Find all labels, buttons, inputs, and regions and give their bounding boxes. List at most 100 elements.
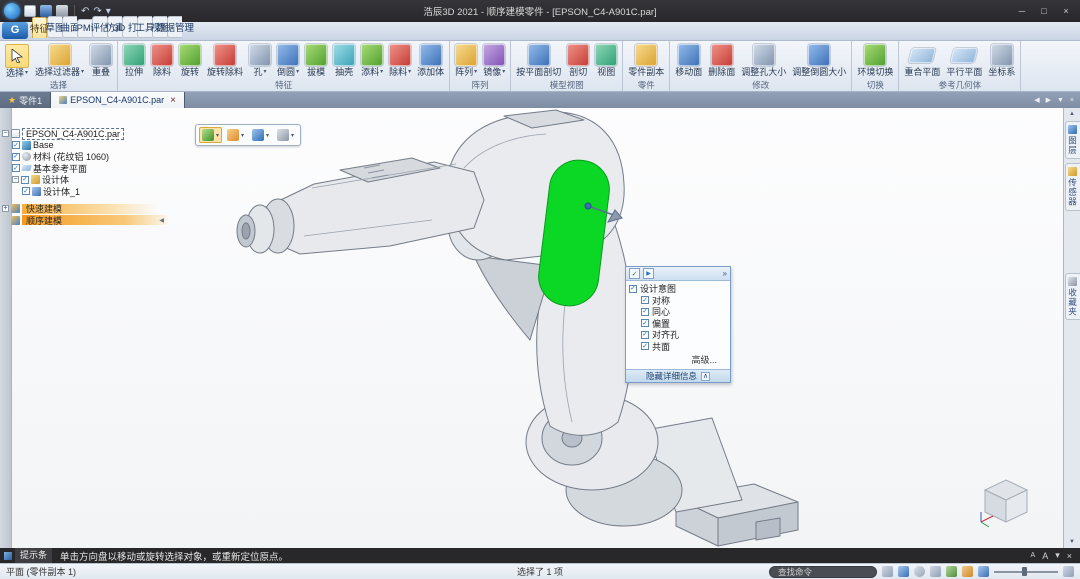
option-symmetry[interactable]: ✓ 对称 bbox=[629, 295, 727, 307]
hole-button[interactable]: 孔 ▾ bbox=[246, 43, 274, 78]
zoom-slider-handle[interactable] bbox=[1022, 567, 1027, 576]
collapse-toggle[interactable]: − bbox=[12, 176, 19, 184]
extrude-button[interactable]: 拉伸 bbox=[120, 43, 148, 78]
window-layout-icon[interactable] bbox=[1063, 566, 1074, 577]
tree-row-root[interactable]: − EPSON_C4-A901C.par bbox=[2, 127, 220, 140]
checkbox[interactable]: ✓ bbox=[641, 307, 649, 316]
mirror-button[interactable]: 镜像 ▾ bbox=[480, 43, 508, 78]
app-menu-button[interactable]: G bbox=[2, 22, 28, 39]
visibility-checkbox[interactable]: ✓ bbox=[12, 152, 20, 161]
tab-scroll-left-icon[interactable]: ◀ bbox=[1034, 96, 1039, 104]
ordered-modeling-bar[interactable]: 顺序建模 ◀ bbox=[22, 215, 168, 226]
option-concentric[interactable]: ✓ 同心 bbox=[629, 306, 727, 318]
tab-scroll-right-icon[interactable]: ▶ bbox=[1046, 96, 1051, 104]
maximize-button[interactable]: □ bbox=[1034, 3, 1054, 19]
hide-details-button[interactable]: 隐藏详细信息 ∧ bbox=[626, 369, 730, 382]
new-document-icon[interactable] bbox=[24, 5, 36, 17]
body-tool-button[interactable]: ▾ bbox=[249, 127, 272, 143]
tree-root-label[interactable]: EPSON_C4-A901C.par bbox=[22, 127, 125, 140]
play-button[interactable]: ▶ bbox=[643, 268, 654, 279]
expand-toggle[interactable]: + bbox=[2, 205, 9, 213]
close-button[interactable]: × bbox=[1056, 3, 1076, 19]
rotate-view-icon[interactable] bbox=[946, 566, 957, 577]
checkbox[interactable]: ✓ bbox=[641, 319, 649, 328]
visibility-checkbox[interactable]: ✓ bbox=[21, 175, 29, 184]
move-face-button[interactable]: 移动面 bbox=[672, 43, 705, 78]
checkbox[interactable]: ✓ bbox=[641, 342, 649, 351]
pan-icon[interactable] bbox=[930, 566, 941, 577]
collapse-toggle[interactable]: − bbox=[2, 130, 9, 138]
resize-round-button[interactable]: 调整倒圆大小 bbox=[789, 43, 849, 78]
minimize-button[interactable]: ─ bbox=[1012, 3, 1032, 19]
tab-favorites[interactable]: 收藏夹 bbox=[1064, 272, 1080, 320]
switch-environment-button[interactable]: 环境切换 bbox=[854, 43, 896, 78]
shell-button[interactable]: 抽壳 bbox=[330, 43, 358, 78]
clipboard-tool-button[interactable]: ▾ bbox=[224, 127, 247, 143]
resize-hole-button[interactable]: 调整孔大小 bbox=[738, 43, 789, 78]
visibility-checkbox[interactable]: ✓ bbox=[12, 141, 20, 150]
overlap-button[interactable]: 重叠 bbox=[87, 43, 115, 78]
zoom-slider[interactable] bbox=[994, 566, 1058, 577]
tab-list-icon[interactable]: ▼ bbox=[1057, 97, 1064, 104]
quick-modeling-bar[interactable]: 快速建模 bbox=[22, 203, 158, 214]
add-material-button[interactable]: 添料 ▾ bbox=[358, 43, 386, 78]
remove-material-button[interactable]: 除料 ▾ bbox=[386, 43, 414, 78]
revolve-button[interactable]: 旋转 bbox=[176, 43, 204, 78]
tree-row-design-body[interactable]: − ✓ 设计体 bbox=[2, 174, 220, 186]
tab-layers[interactable]: 图层 bbox=[1064, 121, 1080, 159]
prompt-menu-icon[interactable]: ▾ bbox=[1055, 550, 1060, 561]
document-tab-part1[interactable]: ★ 零件1 bbox=[0, 92, 52, 108]
part-copy-button[interactable]: 零件副本 bbox=[625, 43, 667, 78]
redo-icon[interactable]: ↷ bbox=[93, 6, 101, 17]
fit-view-icon[interactable] bbox=[882, 566, 893, 577]
visibility-checkbox[interactable]: ✓ bbox=[12, 164, 20, 173]
option-aligned-holes[interactable]: ✓ 对齐孔 bbox=[629, 329, 727, 341]
view-cube[interactable] bbox=[973, 470, 1037, 528]
scroll-down-icon[interactable]: ▼ bbox=[1069, 536, 1075, 548]
view-style-icon[interactable] bbox=[962, 566, 973, 577]
zoom-icon[interactable] bbox=[914, 566, 925, 577]
design-intent-header[interactable]: ✓ ▶ » bbox=[626, 267, 730, 281]
zoom-area-icon[interactable] bbox=[898, 566, 909, 577]
coincident-plane-button[interactable]: 重合平面 bbox=[901, 43, 943, 78]
tab-data-management[interactable]: 数据管理 bbox=[156, 16, 194, 38]
collapse-arrow-icon[interactable]: ◀ bbox=[159, 217, 164, 224]
select-button[interactable]: 选择 ▾ bbox=[2, 43, 32, 79]
prompt-close-icon[interactable]: × bbox=[1067, 551, 1072, 561]
tab-bar-close-icon[interactable]: × bbox=[1070, 97, 1074, 104]
app-logo-icon[interactable] bbox=[4, 3, 20, 19]
section-by-plane-button[interactable]: 按平面剖切 bbox=[513, 43, 564, 78]
font-increase-icon[interactable]: A bbox=[1042, 551, 1048, 561]
view-button[interactable]: 视图 bbox=[592, 43, 620, 78]
display-options-icon[interactable] bbox=[978, 566, 989, 577]
tree-row-design-body-1[interactable]: ✓ 设计体_1 bbox=[2, 186, 220, 198]
select-filter-button[interactable]: 选择过滤器 ▾ bbox=[32, 43, 87, 78]
parallel-plane-button[interactable]: 平行平面 bbox=[943, 43, 985, 78]
tab-surface[interactable]: 曲面 bbox=[61, 16, 80, 38]
undo-icon[interactable]: ↶ bbox=[81, 6, 89, 17]
delete-face-button[interactable]: 删除面 bbox=[705, 43, 738, 78]
tab-sensors[interactable]: 传感器 bbox=[1064, 163, 1080, 211]
pattern-button[interactable]: 阵列 ▾ bbox=[452, 43, 480, 78]
document-tab-epson[interactable]: EPSON_C4-A901C.par × bbox=[51, 92, 185, 108]
qat-menu-icon[interactable]: ▾ bbox=[106, 6, 111, 17]
draft-button[interactable]: 拔模 bbox=[302, 43, 330, 78]
add-body-button[interactable]: 添加体 bbox=[414, 43, 447, 78]
visibility-checkbox[interactable]: ✓ bbox=[22, 187, 30, 196]
tree-row-ordered-modeling[interactable]: 顺序建模 ◀ bbox=[2, 215, 220, 227]
revolved-cut-button[interactable]: 旋转除料 bbox=[204, 43, 246, 78]
checkbox[interactable]: ✓ bbox=[641, 296, 649, 305]
checkbox[interactable]: ✓ bbox=[629, 284, 637, 293]
settings-tool-button[interactable]: ▾ bbox=[274, 127, 297, 143]
tree-row-reference-planes[interactable]: ✓ 基本参考平面 bbox=[2, 163, 220, 175]
accept-button[interactable]: ✓ bbox=[629, 268, 640, 279]
tab-close-icon[interactable]: × bbox=[170, 95, 176, 106]
command-search-input[interactable] bbox=[769, 565, 877, 578]
dock-panel-icon[interactable]: » bbox=[723, 269, 727, 278]
section-button[interactable]: 剖切 bbox=[564, 43, 592, 78]
coordinate-system-button[interactable]: 坐标系 bbox=[985, 43, 1018, 78]
cut-button[interactable]: 除料 bbox=[148, 43, 176, 78]
option-coplanar[interactable]: ✓ 共面 bbox=[629, 341, 727, 353]
scroll-up-icon[interactable]: ▲ bbox=[1069, 108, 1075, 119]
font-decrease-icon[interactable]: A bbox=[1031, 552, 1036, 559]
